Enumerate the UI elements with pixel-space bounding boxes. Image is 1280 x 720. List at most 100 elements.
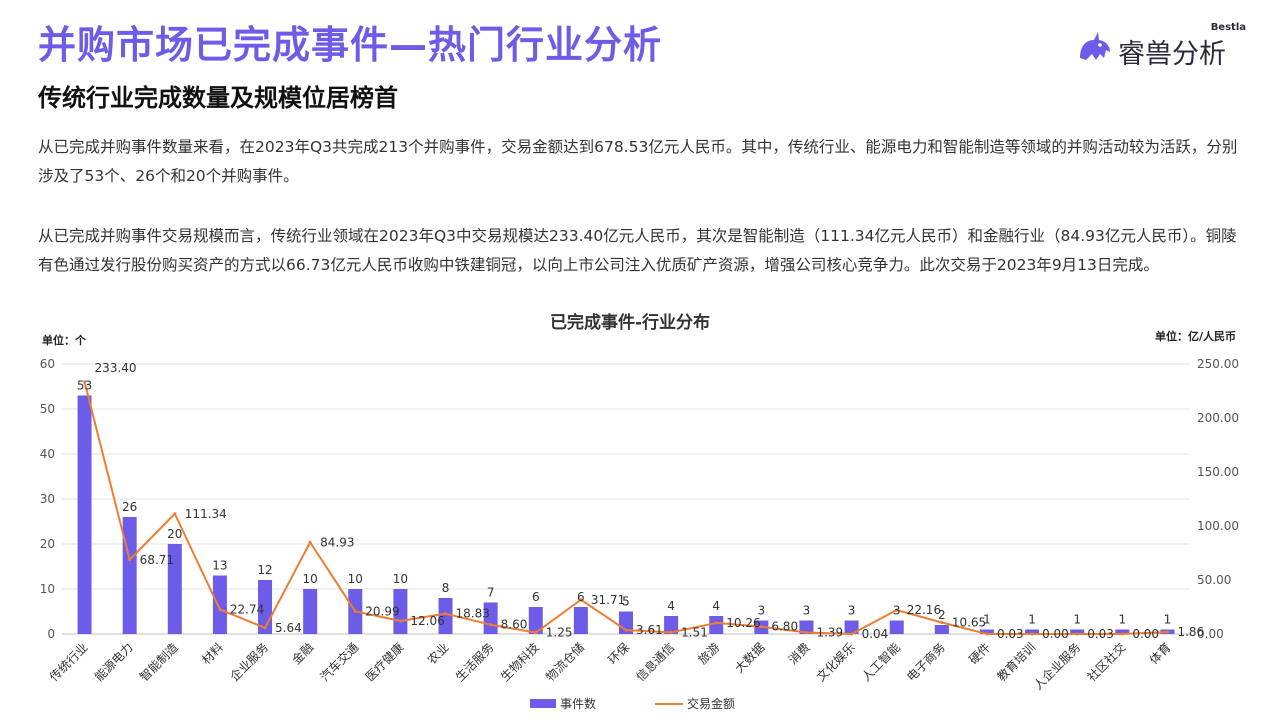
x-tick-label: 能源电力 xyxy=(92,640,136,684)
line-data-label: 233.40 xyxy=(95,361,137,375)
x-tick-label: 大数据 xyxy=(731,640,767,676)
right-axis-unit: 单位：亿/人民币 xyxy=(1155,329,1236,343)
x-tick-label: 金融 xyxy=(289,640,317,668)
line-data-label: 1.39 xyxy=(816,625,843,639)
x-tick-label: 旅游 xyxy=(695,640,722,667)
x-tick-label: 消费 xyxy=(786,640,813,667)
line-point xyxy=(850,632,854,636)
bar xyxy=(934,625,949,634)
line-data-label: 8.60 xyxy=(501,618,528,632)
chart-title: 已完成事件-行业分布 xyxy=(550,312,710,333)
line-point xyxy=(714,621,718,625)
bar-data-label: 13 xyxy=(212,559,227,573)
page-title: 并购市场已完成事件—热门行业分析 xyxy=(38,23,663,67)
bar-data-label: 4 xyxy=(667,599,675,613)
y-tick-label: 30 xyxy=(40,492,55,506)
unicorn-logo-icon xyxy=(1080,32,1110,60)
bar-data-label: 53 xyxy=(77,379,92,393)
bar-data-label: 10 xyxy=(303,572,318,586)
bar-data-label: 3 xyxy=(803,604,811,618)
brand-name-cn: 睿兽分析 xyxy=(1118,39,1226,70)
bar-data-label: 1 xyxy=(1073,613,1081,627)
bar-data-label: 4 xyxy=(712,599,720,613)
line-point xyxy=(263,626,267,630)
x-tick-label: 人工智能 xyxy=(858,640,903,685)
line-data-label: 0.00 xyxy=(1042,627,1069,641)
x-tick-label: 信息通信 xyxy=(633,640,678,685)
brand-name-en: Bestla xyxy=(1210,22,1246,33)
bar xyxy=(122,517,137,634)
bar xyxy=(303,589,318,634)
line-point xyxy=(1075,632,1079,636)
line-point xyxy=(985,632,989,636)
x-tick-label: 教育培训 xyxy=(994,640,1039,685)
line-point xyxy=(173,512,177,516)
line-data-label: 1.86 xyxy=(1177,625,1204,639)
line-data-label: 0.04 xyxy=(862,627,889,641)
x-tick-label: 生活服务 xyxy=(452,640,497,685)
x-tick-label: 生物科技 xyxy=(498,640,542,684)
line-point xyxy=(1165,630,1169,634)
line-point xyxy=(218,607,222,611)
line-data-label: 0.03 xyxy=(997,627,1024,641)
y2-tick-label: 200.00 xyxy=(1197,411,1239,425)
x-tick-label: 智能制造 xyxy=(136,640,181,685)
x-tick-label: 物流仓储 xyxy=(542,640,587,685)
line-data-label: 84.93 xyxy=(320,535,354,549)
y-tick-label: 40 xyxy=(40,447,55,461)
line-point xyxy=(353,609,357,613)
industry-distribution-chart: 已完成事件-行业分布单位：个 单位：亿/人民币 0 10 20 30 40 50 60 0.00 5… xyxy=(40,312,1239,711)
line-point xyxy=(534,631,538,635)
legend-swatch-bars xyxy=(530,699,556,708)
bar xyxy=(709,616,724,634)
paragraph-deal-count: 从已完成并购事件数量来看，在2023年Q3共完成213个并购事件，交易金额达到6… xyxy=(38,138,1238,185)
line-point xyxy=(128,558,132,562)
bar xyxy=(573,607,588,634)
line-data-label: 10.65 xyxy=(952,615,986,629)
legend-label-line: 交易金额 xyxy=(687,696,735,711)
bar-data-label: 10 xyxy=(348,572,363,586)
y-tick-label: 10 xyxy=(40,582,55,596)
line-data-label: 22.74 xyxy=(230,602,264,616)
line-data-label: 0.03 xyxy=(1087,627,1114,641)
line-data-label: 31.71 xyxy=(591,593,625,607)
left-axis-unit: 单位：个 xyxy=(42,333,87,347)
x-tick-label: 企业服务 xyxy=(227,640,272,685)
paragraph-deal-size: 从已完成并购事件交易规模而言，传统行业领域在2023年Q3中交易规模达233.4… xyxy=(38,227,1237,274)
line-data-label: 5.64 xyxy=(275,621,302,635)
bar-data-label: 1 xyxy=(1164,613,1172,627)
bar-data-label: 6 xyxy=(532,590,540,604)
line-point xyxy=(804,630,808,634)
line-data-label: 20.99 xyxy=(365,604,399,618)
line-data-label: 22.16 xyxy=(907,603,941,617)
line-point xyxy=(398,619,402,623)
bar-data-label: 6 xyxy=(577,590,585,604)
bar-data-label: 8 xyxy=(442,581,450,595)
line-data-label: 18.83 xyxy=(456,607,490,621)
y2-tick-label: 100.00 xyxy=(1197,519,1239,533)
brand-logo: 睿兽分析 Bestla xyxy=(1076,22,1246,70)
line-data-label: 68.71 xyxy=(140,553,174,567)
bar-data-label: 3 xyxy=(848,604,856,618)
x-tick-label: 文化娱乐 xyxy=(813,640,858,685)
bar-data-label: 12 xyxy=(257,563,272,577)
line-data-label: 10.26 xyxy=(726,616,760,630)
x-tick-label: 体育 xyxy=(1146,640,1174,668)
x-tick-label: 汽车交通 xyxy=(317,640,362,685)
bar-data-label: 20 xyxy=(167,527,182,541)
x-tick-label: 社区社交 xyxy=(1084,640,1129,685)
line-data-label: 0.00 xyxy=(1132,627,1159,641)
line-data-label: 12.06 xyxy=(410,614,444,628)
line-point xyxy=(1030,632,1034,636)
line-point xyxy=(669,630,673,634)
x-tick-label: 环保 xyxy=(605,640,632,667)
line-point xyxy=(1120,632,1124,636)
bar-data-label: 1 xyxy=(1118,613,1126,627)
x-tick-label: 电子商务 xyxy=(903,640,948,685)
x-tick-label: 医疗健康 xyxy=(362,640,407,685)
legend-label-bars: 事件数 xyxy=(560,696,596,711)
y-tick-label: 20 xyxy=(40,537,55,551)
bar-data-label: 26 xyxy=(122,500,137,514)
bar xyxy=(77,395,92,634)
bar xyxy=(889,620,904,634)
